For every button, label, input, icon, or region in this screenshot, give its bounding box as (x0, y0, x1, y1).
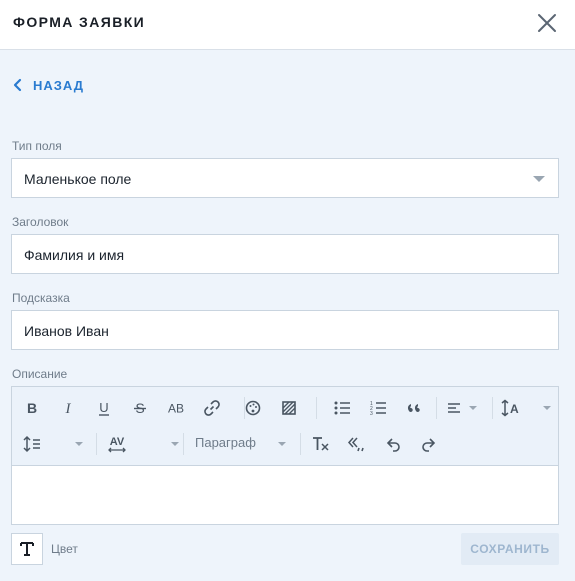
background-icon[interactable] (277, 396, 301, 420)
toolbar-divider (183, 433, 184, 455)
underline-icon[interactable]: U (92, 396, 116, 420)
numbered-list-icon[interactable]: 123 (366, 396, 390, 420)
chevron-down-icon (75, 442, 83, 446)
bullet-list-icon[interactable] (330, 396, 354, 420)
clear-format-icon[interactable] (309, 432, 333, 456)
field-type-select[interactable]: Маленькое поле (11, 158, 559, 198)
hint-value: Иванов Иван (24, 323, 109, 339)
redo-icon[interactable] (417, 432, 441, 456)
dialog-header: ФОРМА ЗАЯВКИ (0, 0, 575, 50)
palette-icon[interactable] (241, 396, 265, 420)
toolbar-divider (492, 397, 493, 419)
svg-text:3: 3 (370, 411, 373, 417)
dialog-title: ФОРМА ЗАЯВКИ (13, 14, 146, 30)
svg-text:U: U (99, 400, 108, 415)
strikethrough-icon[interactable]: S (128, 396, 152, 420)
description-editor: B I U S AB 123 (11, 386, 559, 525)
svg-text:AB: AB (168, 402, 184, 416)
field-type-label: Тип поля (12, 139, 62, 153)
description-label: Описание (12, 367, 68, 381)
chevron-down-icon (278, 442, 286, 446)
chevron-down-icon (543, 406, 551, 410)
toolbar-divider (436, 397, 437, 419)
chevron-down-icon (533, 176, 545, 182)
field-type-value: Маленькое поле (24, 171, 132, 187)
description-textarea[interactable] (12, 467, 558, 524)
toolbar-divider (96, 433, 97, 455)
toolbar-divider (316, 397, 317, 419)
color-label: Цвет (51, 542, 78, 556)
chevron-down-icon (171, 442, 179, 446)
close-icon[interactable] (536, 12, 558, 34)
bold-icon[interactable]: B (20, 396, 44, 420)
font-size-icon[interactable]: A (500, 396, 524, 420)
paragraph-select[interactable]: Параграф (195, 435, 256, 450)
chevron-down-icon (469, 406, 477, 410)
toolbar-divider (300, 433, 301, 455)
italic-icon[interactable]: I (56, 396, 80, 420)
chevron-left-icon (12, 77, 24, 93)
svg-text:A: A (510, 402, 519, 416)
text-color-button[interactable] (11, 533, 43, 565)
svg-text:B: B (27, 400, 37, 416)
back-button[interactable]: НАЗАД (12, 77, 84, 93)
quotes-icon[interactable] (345, 432, 369, 456)
link-icon[interactable] (200, 396, 224, 420)
svg-text:AV: AV (110, 436, 125, 448)
line-height-icon[interactable] (20, 432, 44, 456)
align-icon[interactable] (443, 396, 467, 420)
uppercase-icon[interactable]: AB (164, 396, 188, 420)
save-button[interactable]: СОХРАНИТЬ (461, 533, 559, 565)
letter-spacing-icon[interactable]: AV (105, 432, 129, 456)
hint-label: Подсказка (12, 291, 70, 305)
blockquote-icon[interactable] (402, 396, 426, 420)
back-label: НАЗАД (33, 77, 85, 93)
heading-input[interactable]: Фамилия и имя (11, 234, 559, 274)
heading-label: Заголовок (12, 215, 69, 229)
text-color-icon (20, 542, 34, 556)
hint-input[interactable]: Иванов Иван (11, 310, 559, 350)
svg-text:I: I (65, 401, 72, 416)
heading-value: Фамилия и имя (24, 247, 125, 263)
editor-toolbar: B I U S AB 123 (12, 387, 558, 466)
undo-icon[interactable] (381, 432, 405, 456)
